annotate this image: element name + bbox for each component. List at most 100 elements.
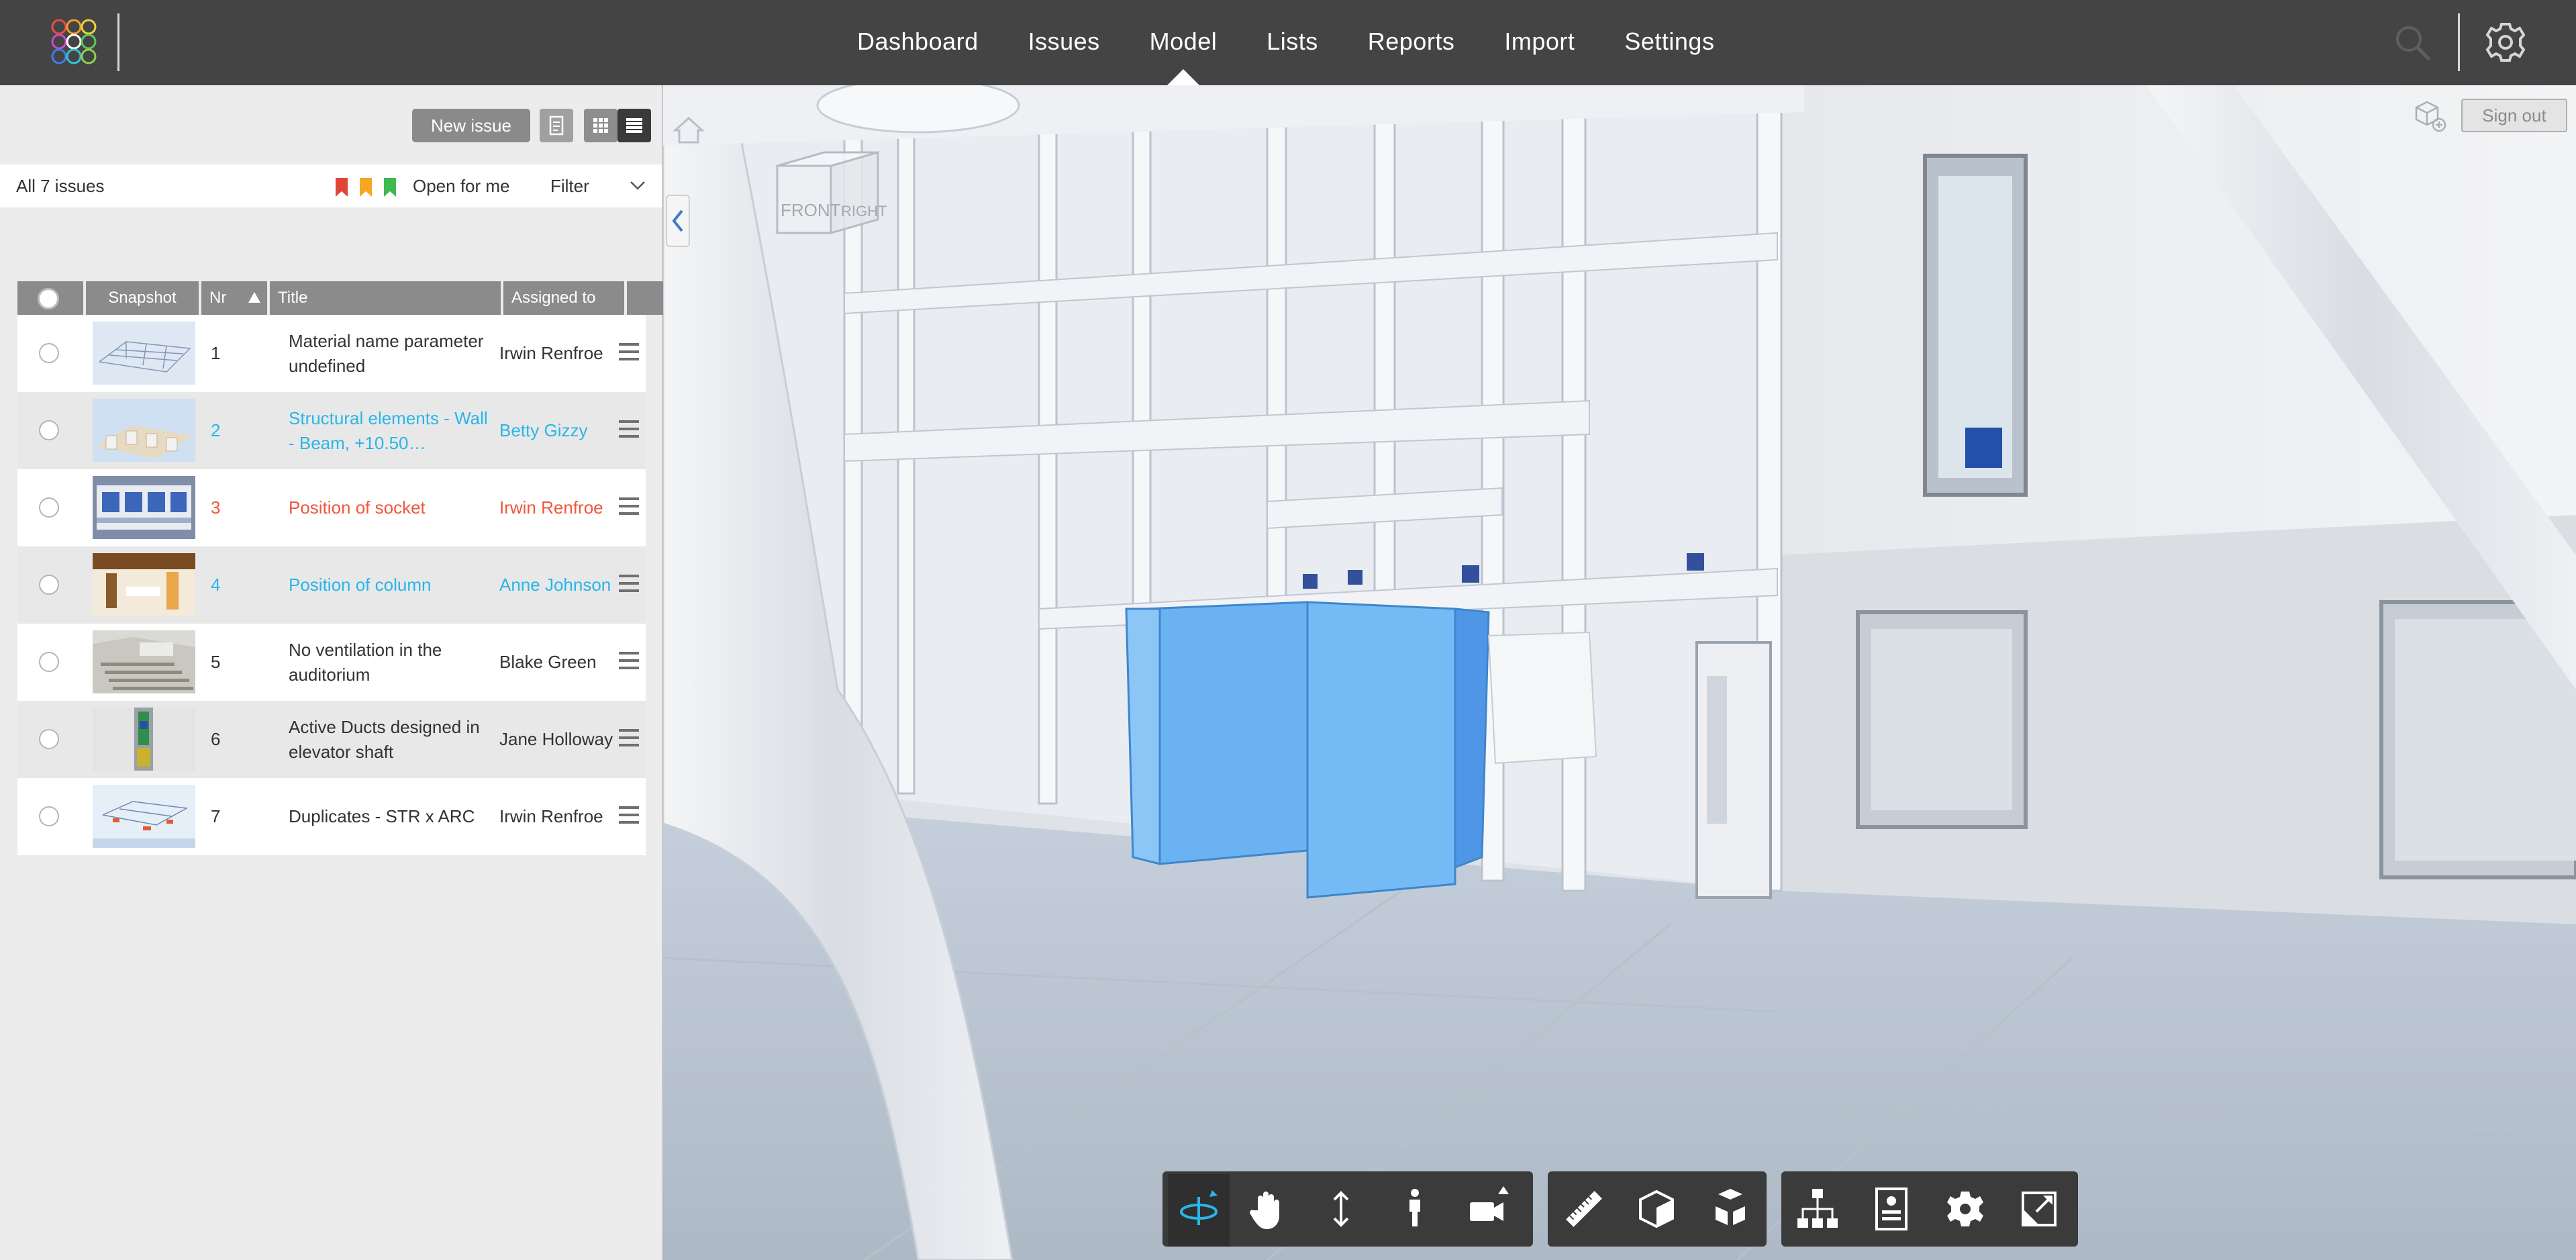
open-for-me-toggle[interactable]: Open for me [413,164,510,207]
document-view-button[interactable] [540,109,573,142]
issue-title-text: Position of socket [289,497,426,518]
model-3d-viewport[interactable]: FRONT RIGHT [663,85,2576,1260]
issue-title[interactable]: No ventilation in the auditorium [289,624,490,701]
chevron-down-icon[interactable] [630,179,646,193]
issue-title-text: No ventilation in the auditorium [289,639,442,685]
issue-snapshot-thumbnail[interactable] [93,553,195,616]
list-view-button[interactable] [617,109,651,142]
column-title[interactable]: Title [270,281,501,315]
ruler-icon[interactable] [1558,1183,1609,1234]
add-model-icon[interactable] [2410,97,2448,134]
exploded-cube-icon[interactable] [1705,1183,1756,1234]
nav-dashboard[interactable]: Dashboard [832,0,1003,85]
hamburger-menu-icon[interactable] [619,806,639,826]
nav-settings[interactable]: Settings [1599,0,1739,85]
issues-count: All 7 issues [16,176,105,196]
column-nr[interactable]: Nr [201,281,267,315]
issue-title-text: Structural elements - Wall - Beam, +10.5… [289,407,488,453]
issue-snapshot-thumbnail[interactable] [93,476,195,539]
navigation-tools-group [1162,1171,1533,1247]
filter-dropdown[interactable]: Filter [550,164,589,207]
table-row[interactable]: 7 Duplicates - STR x ARC Irwin Renfroe [17,778,646,855]
model-scene[interactable]: FRONT RIGHT [663,85,2576,1260]
column-snapshot[interactable]: Snapshot [86,281,199,315]
hamburger-menu-icon[interactable] [619,729,639,749]
navcube-front-label: FRONT [781,200,841,220]
settings-gear-icon[interactable] [1940,1183,1991,1234]
issue-title[interactable]: Duplicates - STR x ARC [289,778,490,855]
row-select-radio[interactable] [39,420,59,440]
hamburger-menu-icon[interactable] [619,652,639,672]
issue-number: 5 [211,652,221,672]
chevron-left-icon [672,209,683,232]
flag-orange-icon[interactable] [360,178,372,197]
issue-title[interactable]: Active Ducts designed in elevator shaft [289,701,490,778]
hierarchy-tree-icon[interactable] [1792,1183,1843,1234]
row-select-radio[interactable] [39,652,59,672]
nav-import[interactable]: Import [1479,0,1599,85]
column-actions [627,281,663,315]
table-row[interactable]: 5 No ventilation in the auditorium Blake… [17,624,646,701]
column-nr-label: Nr [209,289,227,307]
issue-assignee: Betty Gizzy [499,392,620,469]
grid-view-button[interactable] [584,109,617,142]
nav-lists[interactable]: Lists [1242,0,1343,85]
issue-title[interactable]: Position of socket [289,469,490,546]
section-box-icon[interactable] [1631,1183,1682,1234]
new-issue-button[interactable]: New issue [412,109,530,142]
issue-snapshot-thumbnail[interactable] [93,322,195,385]
hamburger-menu-icon[interactable] [619,575,639,595]
properties-panel-icon[interactable] [1866,1183,1917,1234]
sort-ascending-icon [248,292,260,303]
row-select-radio[interactable] [39,806,59,826]
nav-issues[interactable]: Issues [1003,0,1125,85]
issue-snapshot-thumbnail[interactable] [93,399,195,462]
fullscreen-icon[interactable] [2014,1183,2065,1234]
table-row[interactable]: 6 Active Ducts designed in elevator shaf… [17,701,646,778]
row-select-radio[interactable] [39,729,59,749]
issue-title[interactable]: Material name parameter undefined [289,315,490,392]
camera-icon[interactable] [1462,1183,1513,1234]
home-icon[interactable] [671,114,706,146]
issue-snapshot-thumbnail[interactable] [93,708,195,771]
nav-model[interactable]: Model [1125,0,1242,85]
issue-snapshot-thumbnail[interactable] [93,630,195,693]
row-select-radio[interactable] [39,497,59,518]
table-row[interactable]: 3 Position of socket Irwin Renfroe [17,469,646,546]
table-row[interactable]: 2 Structural elements - Wall - Beam, +10… [17,392,646,469]
row-select-radio[interactable] [39,343,59,363]
hamburger-menu-icon[interactable] [619,343,639,363]
navigation-cube[interactable]: FRONT RIGHT [776,151,887,234]
issue-assignee: Irwin Renfroe [499,778,620,855]
issue-snapshot-thumbnail[interactable] [93,785,195,848]
select-all-header [17,281,83,315]
hamburger-menu-icon[interactable] [619,420,639,440]
logo-icon[interactable] [50,17,98,66]
row-select-radio[interactable] [39,575,59,595]
walk-person-icon[interactable] [1389,1183,1440,1234]
orbit-icon[interactable] [1173,1183,1224,1234]
issue-title[interactable]: Structural elements - Wall - Beam, +10.5… [289,392,490,469]
issue-number: 7 [211,806,221,826]
sign-out-button[interactable]: Sign out [2461,99,2567,132]
search-icon[interactable] [2393,23,2432,62]
gear-icon[interactable] [2483,20,2528,64]
column-assigned-to[interactable]: Assigned to [503,281,624,315]
pan-hand-icon[interactable] [1242,1183,1293,1234]
hamburger-menu-icon[interactable] [619,497,639,518]
issue-assignee: Jane Holloway [499,701,620,778]
issue-assignee-text: Blake Green [499,652,597,672]
select-all-radio[interactable] [38,288,59,309]
vertical-move-icon[interactable] [1316,1183,1367,1234]
issues-filter-bar: All 7 issues Open for me Filter [0,164,662,207]
collapse-panel-button[interactable] [666,195,690,247]
flag-red-icon[interactable] [336,178,348,197]
flag-green-icon[interactable] [384,178,396,197]
table-row[interactable]: 4 Position of column Anne Johnson [17,546,646,624]
table-row[interactable]: 1 Material name parameter undefined Irwi… [17,315,646,392]
issue-assignee-text: Irwin Renfroe [499,497,603,518]
issue-title-text: Material name parameter undefined [289,330,484,376]
issue-number: 2 [211,420,221,440]
issue-title[interactable]: Position of column [289,546,490,624]
nav-reports[interactable]: Reports [1343,0,1480,85]
